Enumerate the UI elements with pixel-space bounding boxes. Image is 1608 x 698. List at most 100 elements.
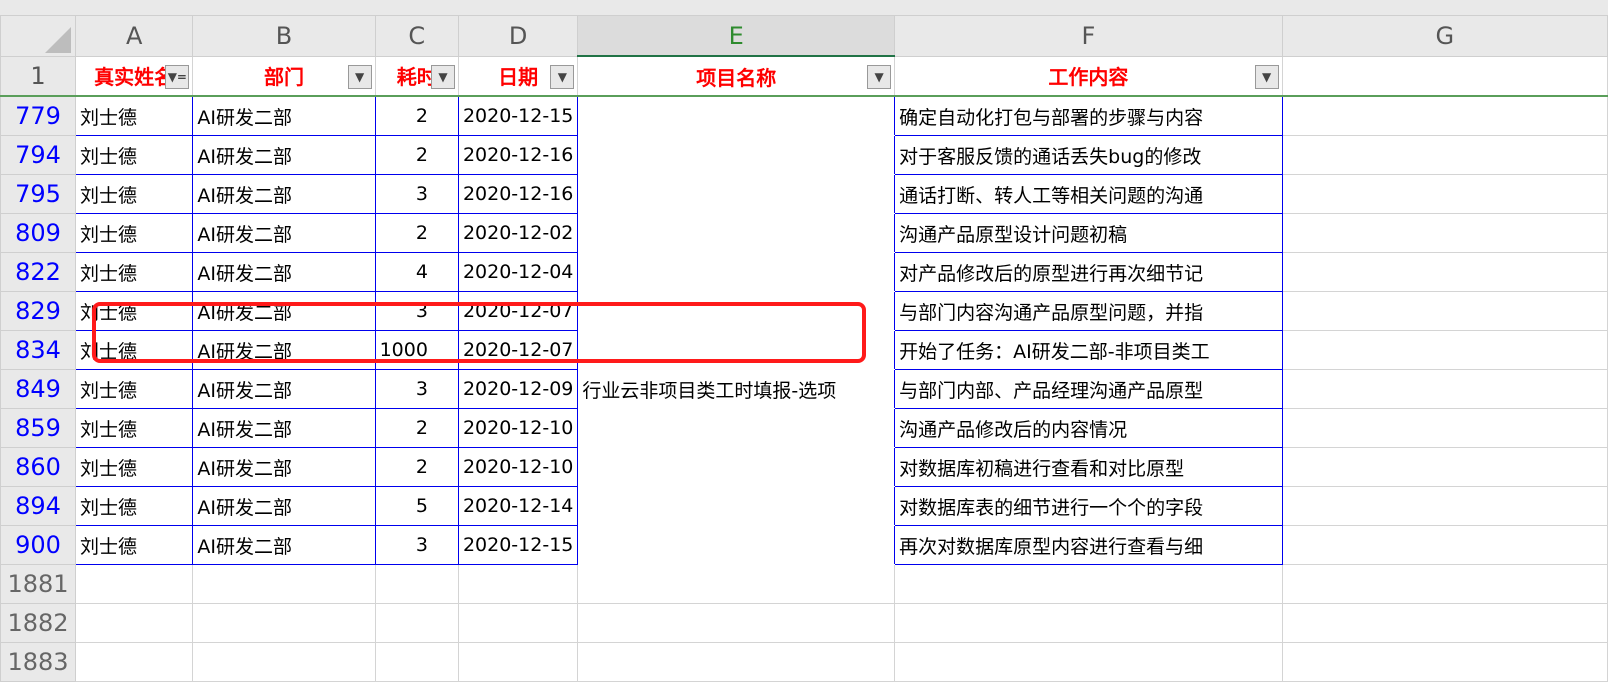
- cell[interactable]: [894, 603, 1283, 643]
- cell-project[interactable]: [577, 252, 896, 292]
- cell-dept[interactable]: AI研发二部: [192, 525, 376, 565]
- cell[interactable]: [192, 564, 376, 604]
- cell-dept[interactable]: AI研发二部: [192, 369, 376, 409]
- cell[interactable]: [1281, 95, 1608, 136]
- cell-dept[interactable]: AI研发二部: [192, 174, 376, 214]
- cell-dept[interactable]: AI研发二部: [192, 447, 376, 487]
- cell[interactable]: [577, 603, 896, 643]
- cell-content[interactable]: 对数据库表的细节进行一个个的字段: [894, 486, 1283, 526]
- cell-content[interactable]: 沟通产品修改后的内容情况: [894, 408, 1283, 448]
- cell[interactable]: [894, 642, 1283, 682]
- cell-project[interactable]: [577, 213, 896, 253]
- row-header[interactable]: 1: [0, 55, 76, 97]
- cell-dept[interactable]: AI研发二部: [192, 213, 376, 253]
- column-header-B[interactable]: B: [192, 15, 376, 57]
- cell[interactable]: [1281, 564, 1608, 604]
- cell-hours[interactable]: 3: [374, 369, 459, 409]
- cell-project[interactable]: [577, 447, 896, 487]
- cell-content[interactable]: 对产品修改后的原型进行再次细节记: [894, 252, 1283, 292]
- cell-content[interactable]: 通话打断、转人工等相关问题的沟通: [894, 174, 1283, 214]
- cell-date[interactable]: 2020-12-15: [457, 525, 579, 565]
- cell-dept[interactable]: AI研发二部: [192, 486, 376, 526]
- cell[interactable]: [374, 564, 459, 604]
- filter-dropdown-icon[interactable]: ▼: [347, 64, 372, 89]
- cell-hours[interactable]: 5: [374, 486, 459, 526]
- cell[interactable]: [74, 642, 194, 682]
- row-header[interactable]: 859: [0, 408, 76, 448]
- header-cell[interactable]: 项目名称 ▼: [577, 55, 896, 97]
- cell-project[interactable]: [577, 408, 896, 448]
- cell[interactable]: [374, 642, 459, 682]
- cell-project[interactable]: 行业云非项目类工时填报-选项: [577, 369, 896, 409]
- cell-content[interactable]: 确定自动化打包与部署的步骤与内容: [894, 95, 1283, 136]
- cell-project[interactable]: [577, 174, 896, 214]
- cell-date[interactable]: 2020-12-10: [457, 447, 579, 487]
- cell-content[interactable]: 与部门内部、产品经理沟通产品原型: [894, 369, 1283, 409]
- cell-project[interactable]: [577, 525, 896, 565]
- column-header-E[interactable]: E: [577, 15, 896, 57]
- cell-date[interactable]: 2020-12-16: [457, 174, 579, 214]
- cell-hours[interactable]: 3: [374, 525, 459, 565]
- filter-dropdown-icon[interactable]: ▼: [550, 64, 575, 89]
- cell-content[interactable]: 对于客服反馈的通话丢失bug的修改: [894, 135, 1283, 175]
- cell[interactable]: [1281, 447, 1608, 487]
- row-header[interactable]: 822: [0, 252, 76, 292]
- cell[interactable]: [577, 642, 896, 682]
- cell[interactable]: [1281, 603, 1608, 643]
- row-header[interactable]: 795: [0, 174, 76, 214]
- cell-project[interactable]: [577, 95, 896, 136]
- cell[interactable]: [1281, 486, 1608, 526]
- column-header-D[interactable]: D: [457, 15, 579, 57]
- filter-active-icon[interactable]: ▼=: [165, 64, 190, 89]
- cell[interactable]: [1281, 135, 1608, 175]
- cell-hours[interactable]: 2: [374, 95, 459, 136]
- column-header-C[interactable]: C: [374, 15, 459, 57]
- cell-content[interactable]: 开始了任务：AI研发二部-非项目类工: [894, 330, 1283, 370]
- row-header[interactable]: 829: [0, 291, 76, 331]
- cell-name[interactable]: 刘士德: [74, 95, 194, 136]
- cell[interactable]: [1281, 55, 1608, 97]
- row-header[interactable]: 809: [0, 213, 76, 253]
- cell[interactable]: [1281, 642, 1608, 682]
- cell[interactable]: [1281, 525, 1608, 565]
- cell-name[interactable]: 刘士德: [74, 447, 194, 487]
- cell-hours[interactable]: 2: [374, 135, 459, 175]
- cell-project[interactable]: [577, 135, 896, 175]
- row-header[interactable]: 1883: [0, 642, 76, 682]
- cell[interactable]: [74, 564, 194, 604]
- cell[interactable]: [1281, 174, 1608, 214]
- cell-project[interactable]: [577, 486, 896, 526]
- cell-dept[interactable]: AI研发二部: [192, 135, 376, 175]
- cell-name[interactable]: 刘士德: [74, 369, 194, 409]
- cell[interactable]: [74, 603, 194, 643]
- cell-content[interactable]: 沟通产品原型设计问题初稿: [894, 213, 1283, 253]
- filter-dropdown-icon[interactable]: ▼: [867, 65, 892, 89]
- cell-name[interactable]: 刘士德: [74, 486, 194, 526]
- cell-name[interactable]: 刘士德: [74, 174, 194, 214]
- cell-hours[interactable]: 2: [374, 447, 459, 487]
- cell[interactable]: [192, 642, 376, 682]
- cell-name[interactable]: 刘士德: [74, 525, 194, 565]
- filter-dropdown-icon[interactable]: ▼: [430, 64, 455, 89]
- cell-hours[interactable]: 3: [374, 174, 459, 214]
- column-header-A[interactable]: A: [74, 15, 194, 57]
- cell[interactable]: [1281, 291, 1608, 331]
- cell[interactable]: [1281, 213, 1608, 253]
- cell-content[interactable]: 与部门内容沟通产品原型问题，并指: [894, 291, 1283, 331]
- cell[interactable]: [192, 603, 376, 643]
- cell-name[interactable]: 刘士德: [74, 135, 194, 175]
- column-header-G[interactable]: G: [1281, 15, 1608, 57]
- header-cell[interactable]: 真实姓名 ▼=: [74, 55, 194, 97]
- cell[interactable]: [1281, 252, 1608, 292]
- cell-date[interactable]: 2020-12-14: [457, 486, 579, 526]
- select-all-corner[interactable]: [0, 15, 76, 57]
- header-cell[interactable]: 耗时 ▼: [374, 55, 459, 97]
- header-cell[interactable]: 部门 ▼: [192, 55, 376, 97]
- cell-date[interactable]: 2020-12-10: [457, 408, 579, 448]
- header-cell[interactable]: 工作内容 ▼: [894, 55, 1283, 97]
- cell-name[interactable]: 刘士德: [74, 213, 194, 253]
- cell-dept[interactable]: AI研发二部: [192, 408, 376, 448]
- cell-date[interactable]: 2020-12-02: [457, 213, 579, 253]
- cell[interactable]: [1281, 369, 1608, 409]
- cell[interactable]: [457, 642, 579, 682]
